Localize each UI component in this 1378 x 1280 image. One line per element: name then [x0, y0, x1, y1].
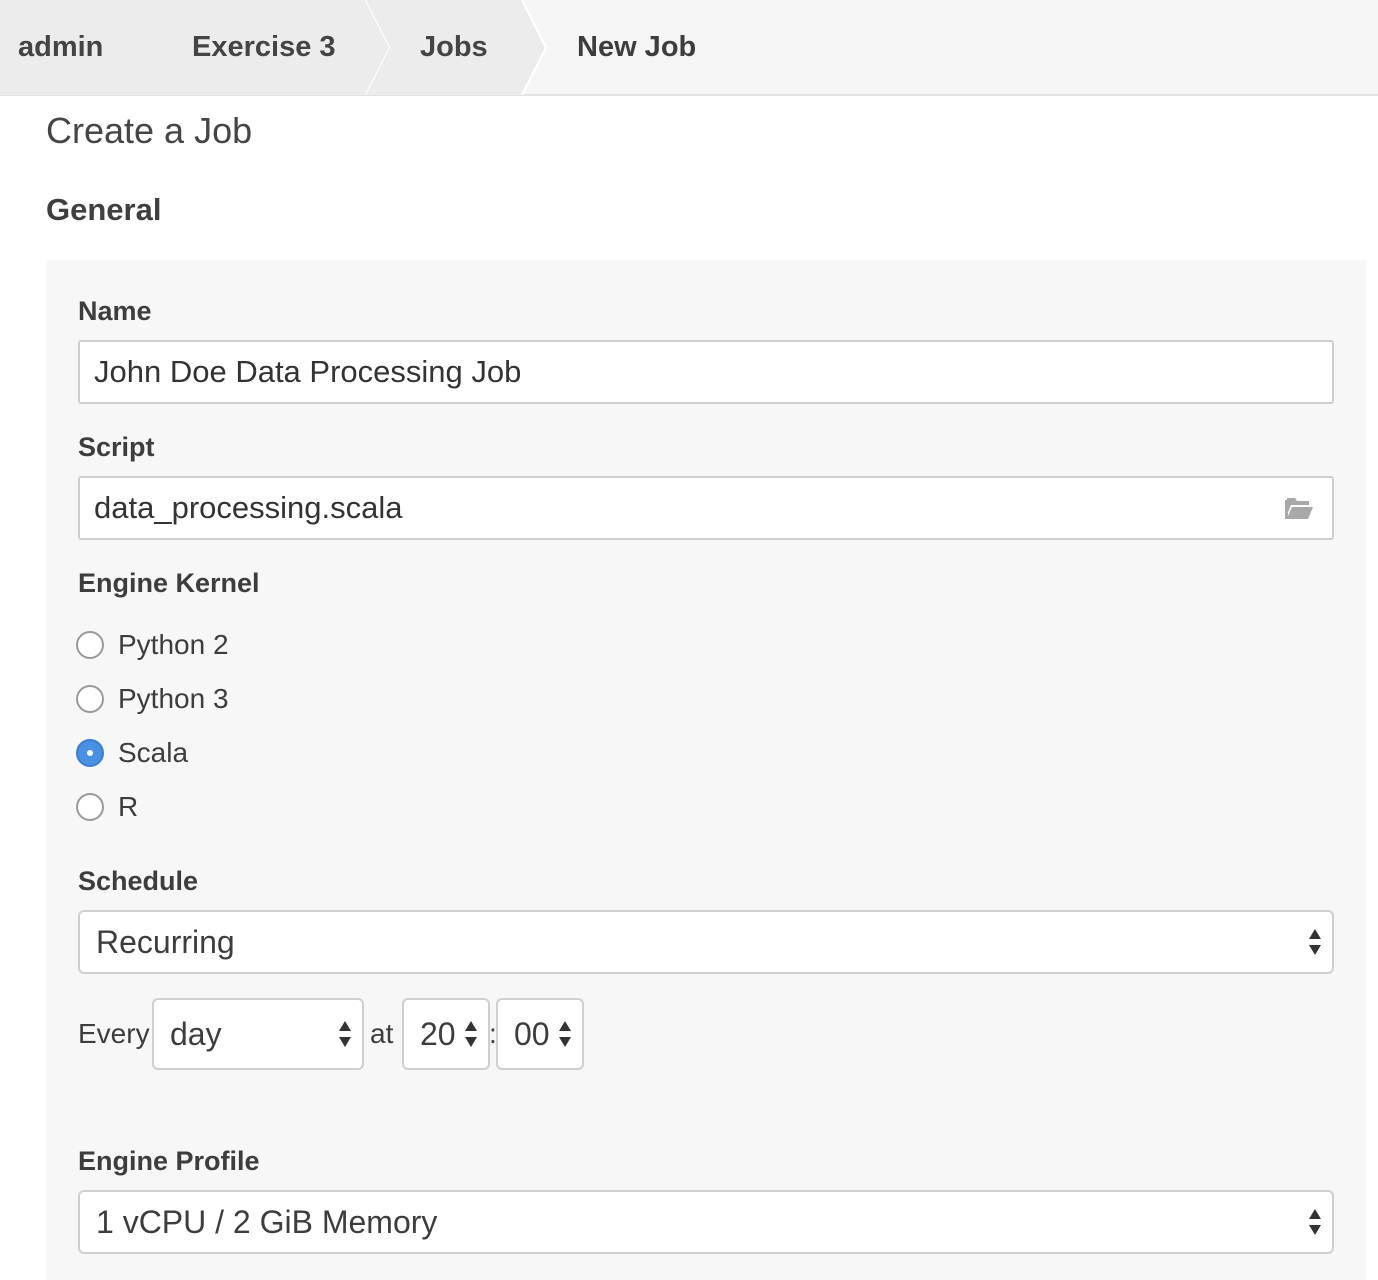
schedule-minute-select[interactable]: 00	[496, 998, 584, 1070]
script-input[interactable]: data_processing.scala	[78, 476, 1334, 540]
breadcrumb-item-exercise-3[interactable]: Exercise 3	[134, 0, 390, 95]
at-label: at	[370, 1018, 394, 1049]
radio-label: Python 2	[118, 629, 229, 660]
folder-open-icon[interactable]	[1284, 496, 1314, 522]
script-label: Script	[78, 432, 155, 462]
name-input[interactable]: John Doe Data Processing Job	[78, 340, 1334, 404]
radio-label: Python 3	[118, 683, 229, 714]
schedule-period-select[interactable]: day	[152, 998, 364, 1070]
breadcrumb-label: admin	[18, 31, 104, 63]
every-label: Every	[78, 1018, 150, 1049]
minute-select-value: 00	[514, 1015, 550, 1052]
select-arrows-icon	[339, 1021, 351, 1047]
engine-kernel-label: Engine Kernel	[78, 568, 260, 598]
engine-profile-label: Engine Profile	[78, 1146, 260, 1176]
schedule-hour-select[interactable]: 20	[402, 998, 490, 1070]
hour-select-value: 20	[420, 1015, 456, 1052]
page-title: Create a Job	[46, 110, 253, 151]
radio-button[interactable]	[76, 631, 104, 659]
breadcrumb-label: New Job	[577, 31, 697, 63]
breadcrumb-item-new-job: New Job	[520, 0, 920, 95]
engine-profile-select[interactable]: 1 vCPU / 2 GiB Memory	[78, 1190, 1334, 1254]
general-form-panel	[46, 260, 1366, 1280]
breadcrumb-label: Exercise 3	[192, 31, 336, 63]
schedule-select-value: Recurring	[96, 923, 235, 960]
breadcrumb-item-jobs[interactable]: Jobs	[366, 0, 546, 95]
script-input-value: data_processing.scala	[94, 490, 403, 525]
engine-profile-select-value: 1 vCPU / 2 GiB Memory	[96, 1203, 438, 1240]
kernel-option-python-3[interactable]: Python 3	[76, 679, 229, 719]
select-arrows-icon	[465, 1021, 477, 1047]
radio-button[interactable]	[76, 685, 104, 713]
radio-button[interactable]	[76, 793, 104, 821]
name-input-value: John Doe Data Processing Job	[94, 354, 522, 389]
radio-label: Scala	[118, 737, 189, 768]
radio-button-checked[interactable]	[76, 739, 104, 767]
radio-label: R	[118, 791, 139, 822]
schedule-select[interactable]: Recurring	[78, 910, 1334, 974]
section-title-general: General	[46, 192, 162, 227]
breadcrumb: admin Exercise 3 Jobs New Job	[0, 0, 1378, 96]
kernel-option-scala[interactable]: Scala	[76, 733, 188, 773]
select-arrows-icon	[559, 1021, 571, 1047]
period-select-value: day	[170, 1015, 222, 1052]
select-arrows-icon	[1309, 1209, 1321, 1235]
schedule-label: Schedule	[78, 866, 199, 896]
name-label: Name	[78, 296, 152, 326]
kernel-option-r[interactable]: R	[76, 787, 138, 827]
kernel-option-python-2[interactable]: Python 2	[76, 625, 229, 665]
select-arrows-icon	[1309, 929, 1321, 955]
breadcrumb-label: Jobs	[420, 31, 488, 63]
